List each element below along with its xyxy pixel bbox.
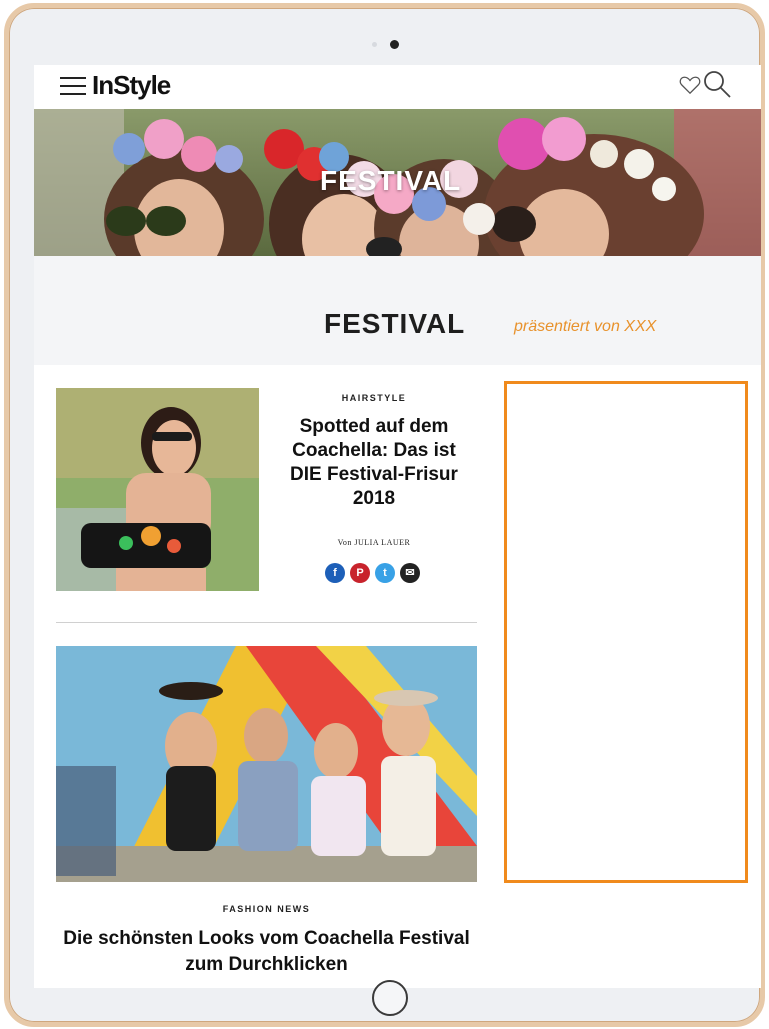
article-title[interactable]: Spotted auf dem Coachella: Das ist DIE F… [274, 415, 474, 511]
sensor-dot [372, 42, 377, 47]
article-photo-hairstyle [56, 388, 259, 591]
sponsor-text: präsentiert von XXX [514, 318, 657, 335]
site-logo[interactable]: InStyle [92, 70, 171, 101]
heart-icon[interactable] [679, 75, 701, 95]
article-title[interactable]: Die schönsten Looks vom Coachella Festiv… [56, 926, 477, 978]
email-icon[interactable]: ✉ [400, 563, 420, 583]
home-button[interactable] [372, 980, 408, 1016]
screen: InStyle FESTIVAL FESTIVAL präsentiert vo… [34, 65, 761, 988]
pinterest-icon[interactable]: P [350, 563, 370, 583]
twitter-icon[interactable]: t [375, 563, 395, 583]
hero-title: FESTIVAL [320, 165, 462, 196]
site-header: InStyle [34, 65, 761, 109]
menu-icon[interactable] [60, 74, 86, 96]
ad-placeholder [504, 381, 748, 883]
article-image[interactable] [56, 388, 259, 591]
search-icon[interactable] [702, 69, 732, 99]
facebook-icon[interactable]: f [325, 563, 345, 583]
camera-icon [390, 40, 399, 49]
article-author: Von JULIA LAUER [337, 538, 411, 547]
article-category[interactable]: HAIRSTYLE [274, 393, 474, 403]
hero-banner[interactable]: FESTIVAL [34, 109, 761, 256]
article-image[interactable] [56, 646, 477, 882]
article-category[interactable]: FASHION NEWS [56, 904, 477, 914]
divider [56, 622, 477, 623]
article-photo-coachella [56, 646, 477, 882]
section-title: FESTIVAL [324, 308, 466, 339]
